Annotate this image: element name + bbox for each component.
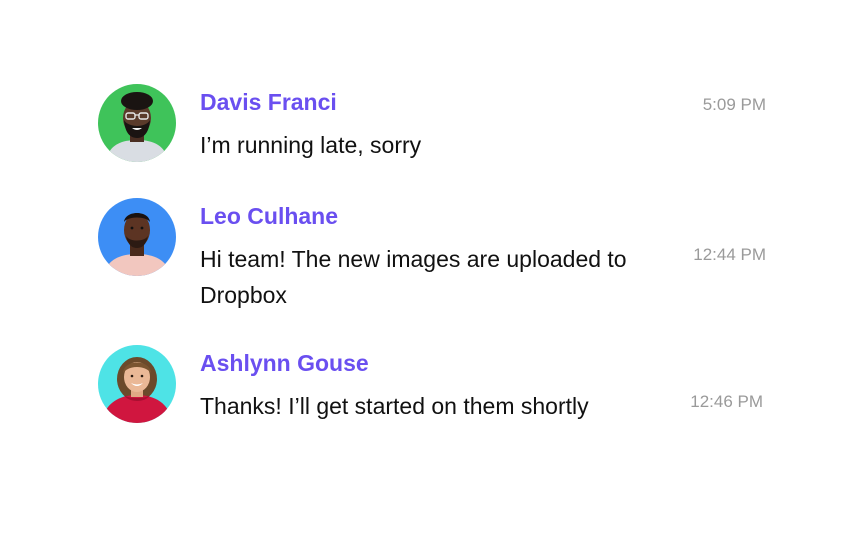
avatar[interactable] bbox=[98, 198, 176, 276]
sender-name[interactable]: Leo Culhane bbox=[200, 202, 338, 230]
avatar-photo-icon bbox=[98, 198, 176, 276]
avatar[interactable] bbox=[98, 84, 176, 162]
message-text: I’m running late, sorry bbox=[200, 132, 422, 158]
avatar-photo-icon bbox=[98, 345, 176, 423]
avatar[interactable] bbox=[98, 345, 176, 423]
message-timestamp: 12:44 PM bbox=[693, 245, 766, 264]
message-list: Davis Franci I’m running late, sorry 5:0… bbox=[0, 0, 864, 540]
message-text: Hi team! The new images are uploaded to … bbox=[200, 246, 627, 308]
sender-name[interactable]: Davis Franci bbox=[200, 88, 337, 116]
message-timestamp: 5:09 PM bbox=[702, 95, 766, 114]
avatar-photo-icon bbox=[98, 84, 176, 162]
message-text: Thanks! I’ll get started on them shortly bbox=[200, 393, 589, 419]
message-timestamp: 12:46 PM bbox=[690, 392, 763, 411]
sender-name[interactable]: Ashlynn Gouse bbox=[200, 349, 369, 377]
